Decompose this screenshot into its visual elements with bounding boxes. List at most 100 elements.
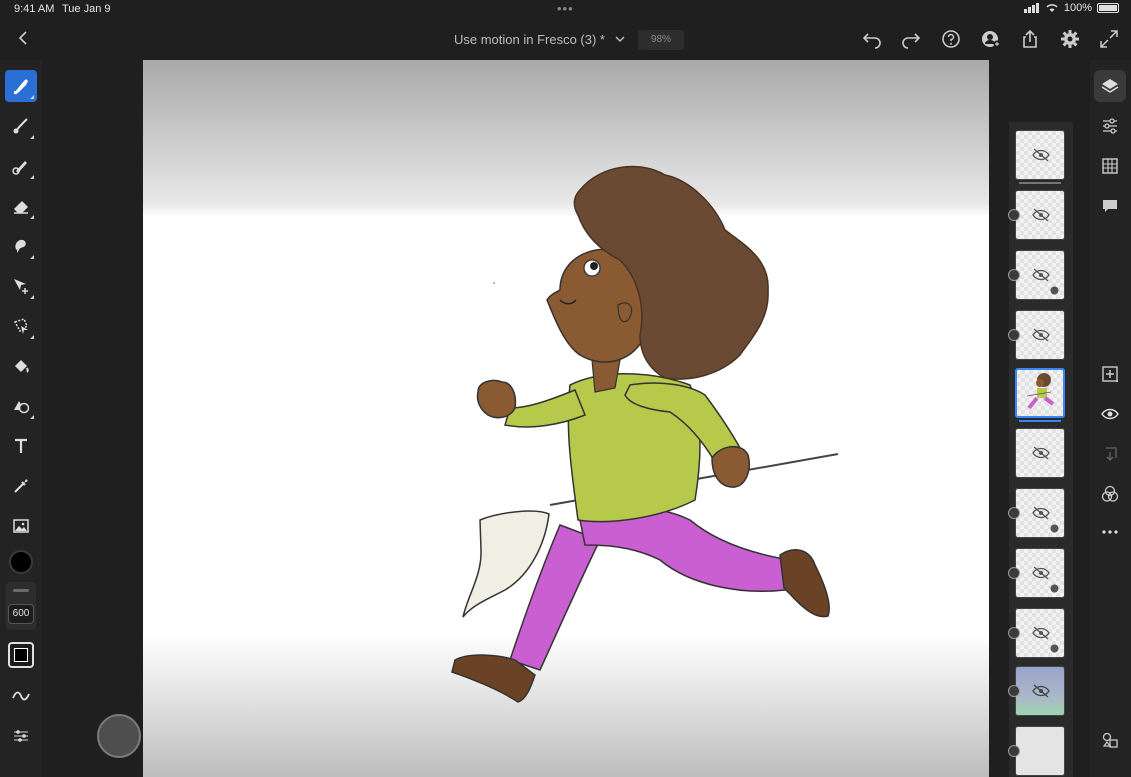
link-shapes-icon xyxy=(1102,732,1118,748)
undo-icon[interactable] xyxy=(861,28,883,50)
character-illustration xyxy=(451,165,839,703)
place-image-tool[interactable] xyxy=(5,510,37,542)
hidden-eye-icon[interactable] xyxy=(1031,268,1051,282)
status-date: Tue Jan 9 xyxy=(62,3,111,15)
sliders-icon xyxy=(1103,118,1117,134)
blend-mode-button[interactable] xyxy=(1094,478,1126,510)
zoom-level[interactable]: 98% xyxy=(638,30,684,50)
share-icon[interactable] xyxy=(1019,28,1041,50)
blend-circles-icon xyxy=(1101,485,1119,502)
lasso-icon xyxy=(13,318,28,334)
hidden-eye-icon[interactable] xyxy=(1031,208,1051,222)
layers-icon xyxy=(1101,79,1119,93)
hidden-eye-icon[interactable] xyxy=(1031,446,1051,460)
layer-thumbnail[interactable] xyxy=(1015,548,1065,598)
brush-adjustments-button[interactable] xyxy=(5,720,37,752)
color-swatch[interactable] xyxy=(9,550,33,574)
clipping-mask-icon[interactable] xyxy=(1008,685,1020,697)
layer-group-indicator xyxy=(1019,420,1061,422)
vector-brush-icon xyxy=(12,161,27,175)
layer-thumbnail[interactable] xyxy=(1015,250,1065,300)
layer-group-indicator xyxy=(1019,182,1061,184)
character-thumbnail xyxy=(1026,373,1055,410)
vector-brush-tool[interactable] xyxy=(5,150,37,182)
lock-icon xyxy=(1050,644,1059,653)
pixel-brush-tool[interactable] xyxy=(5,70,37,102)
touch-shortcut-button[interactable] xyxy=(97,714,141,758)
shapes-icon xyxy=(14,401,30,414)
layers-button[interactable] xyxy=(1094,70,1126,102)
lock-icon xyxy=(1050,584,1059,593)
hidden-eye-icon[interactable] xyxy=(1031,328,1051,342)
multitasking-dots-icon[interactable]: ••• xyxy=(557,1,574,16)
visibility-button[interactable] xyxy=(1094,398,1126,430)
type-tool[interactable] xyxy=(5,430,37,462)
merge-layer-button[interactable] xyxy=(1094,438,1126,470)
hidden-eye-icon[interactable] xyxy=(1031,506,1051,520)
slider-grip[interactable] xyxy=(13,589,29,592)
layer-thumbnail-base[interactable] xyxy=(1015,726,1065,776)
transform-tool[interactable] xyxy=(5,270,37,302)
hidden-eye-icon[interactable] xyxy=(1031,684,1051,698)
document-title[interactable]: Use motion in Fresco (3) * xyxy=(454,32,605,47)
comments-button[interactable] xyxy=(1094,190,1126,222)
layer-thumbnail[interactable] xyxy=(1015,310,1065,360)
hidden-eye-icon[interactable] xyxy=(1031,626,1051,640)
brush-size-value[interactable]: 600 xyxy=(8,604,34,624)
wave-icon xyxy=(12,691,30,701)
layer-thumbnail-selected[interactable] xyxy=(1015,368,1065,418)
chevron-down-icon[interactable] xyxy=(613,30,627,48)
layer-thumbnail-background[interactable] xyxy=(1015,666,1065,716)
clipping-mask-icon[interactable] xyxy=(1008,745,1020,757)
help-icon[interactable] xyxy=(940,28,962,50)
eraser-tool[interactable] xyxy=(5,190,37,222)
merge-down-icon xyxy=(1106,447,1117,461)
shapes-tool[interactable] xyxy=(5,390,37,422)
drawing-canvas[interactable] xyxy=(143,60,989,777)
more-options-button[interactable] xyxy=(1094,516,1126,548)
hidden-eye-icon[interactable] xyxy=(1031,148,1051,162)
clipping-mask-icon[interactable] xyxy=(1008,269,1020,281)
hidden-eye-icon[interactable] xyxy=(1031,566,1051,580)
eyedropper-tool[interactable] xyxy=(5,470,37,502)
clipping-mask-icon[interactable] xyxy=(1008,507,1020,519)
fill-tool[interactable] xyxy=(5,350,37,382)
left-toolbar: 600 xyxy=(0,60,42,777)
share-link-button[interactable] xyxy=(1094,724,1126,756)
right-toolbar xyxy=(1090,60,1131,777)
battery-percent: 100% xyxy=(1063,2,1092,14)
brush-opacity-button[interactable] xyxy=(8,642,34,668)
settings-gear-icon[interactable] xyxy=(1059,28,1081,50)
battery-icon xyxy=(1097,3,1119,13)
title-bar: Use motion in Fresco (3) * 98% xyxy=(0,18,1131,60)
smudge-tool[interactable] xyxy=(5,230,37,262)
live-brush-icon xyxy=(13,118,28,134)
back-chevron-icon[interactable] xyxy=(14,27,34,49)
invite-user-icon[interactable] xyxy=(980,28,1002,50)
layer-thumbnail[interactable] xyxy=(1015,608,1065,658)
comment-icon xyxy=(1103,200,1117,212)
brush-settings-button[interactable] xyxy=(5,680,37,712)
opacity-swatch xyxy=(14,648,28,662)
layer-properties-button[interactable] xyxy=(1094,110,1126,142)
clipping-mask-icon[interactable] xyxy=(1008,567,1020,579)
grid-button[interactable] xyxy=(1094,150,1126,182)
clipping-mask-icon[interactable] xyxy=(1008,329,1020,341)
layer-thumbnail[interactable] xyxy=(1015,428,1065,478)
eyedropper-icon xyxy=(14,479,28,493)
layer-thumbnail[interactable] xyxy=(1015,190,1065,240)
selection-tool[interactable] xyxy=(5,310,37,342)
layer-thumbnail[interactable] xyxy=(1015,488,1065,538)
eye-icon xyxy=(1101,408,1119,420)
add-layer-button[interactable] xyxy=(1094,358,1126,390)
clipping-mask-icon[interactable] xyxy=(1008,627,1020,639)
eraser-icon xyxy=(14,201,28,214)
layer-thumbnail[interactable] xyxy=(1015,130,1065,180)
live-brush-tool[interactable] xyxy=(5,110,37,142)
redo-icon[interactable] xyxy=(900,28,922,50)
grid-icon xyxy=(1102,158,1118,174)
wifi-icon xyxy=(1046,4,1058,12)
fullscreen-icon[interactable] xyxy=(1098,28,1120,50)
cellular-icon xyxy=(1023,3,1039,13)
clipping-mask-icon[interactable] xyxy=(1008,209,1020,221)
